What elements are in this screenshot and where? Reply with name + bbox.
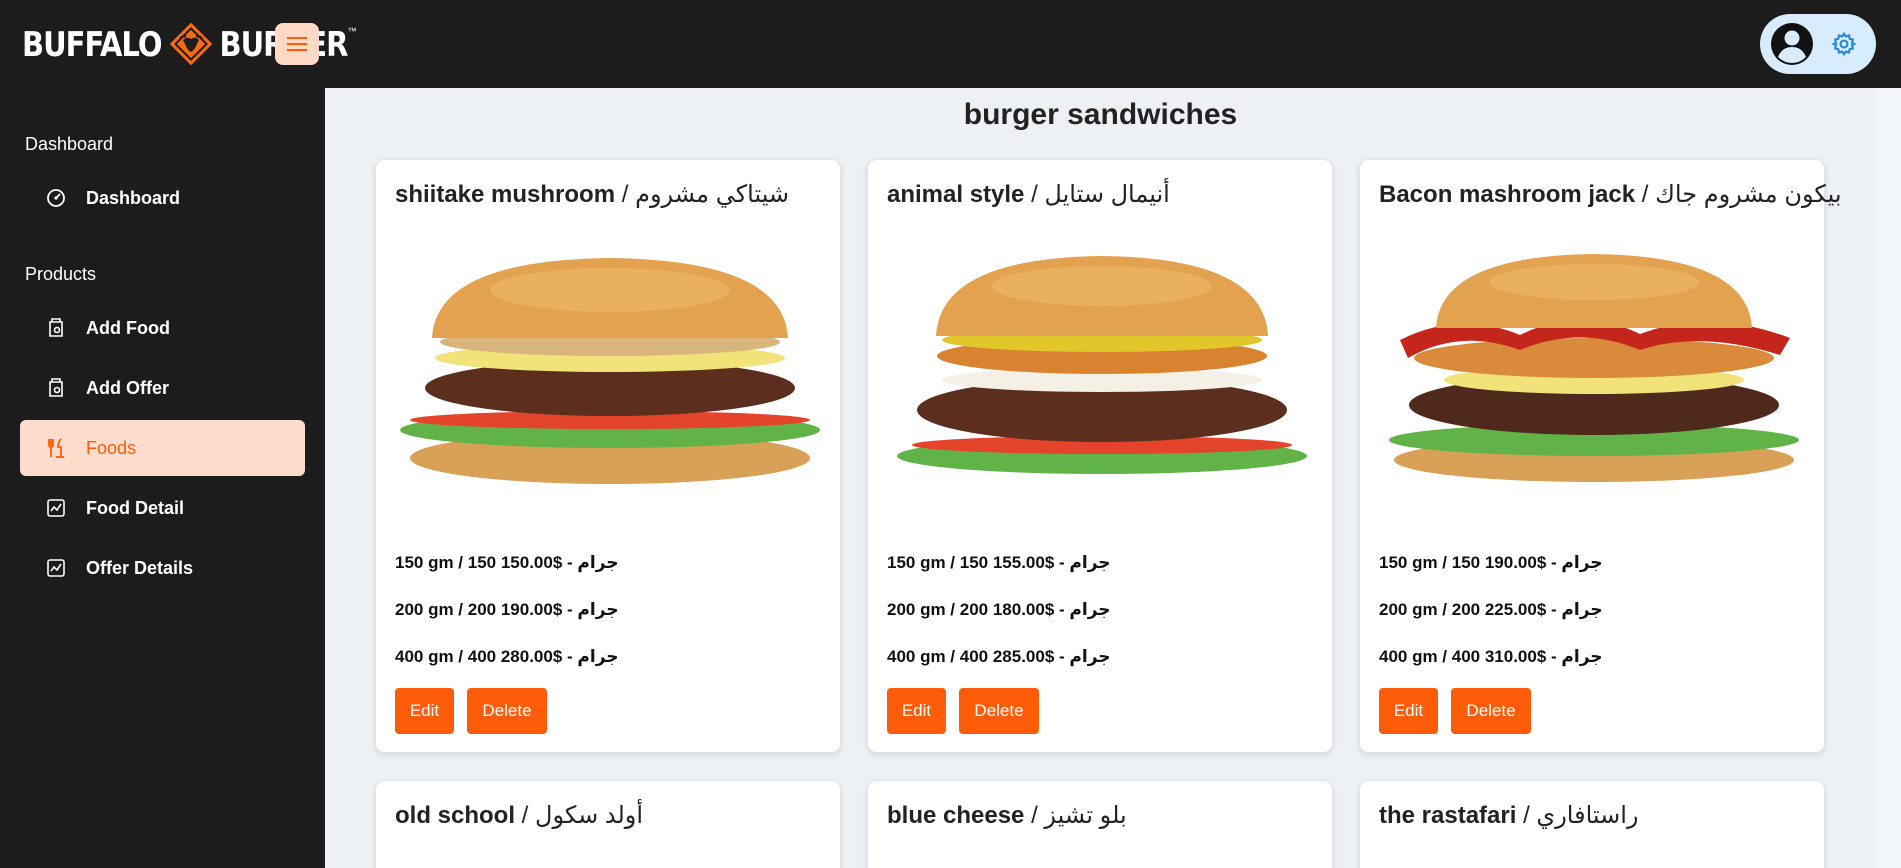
food-card: blue cheese / بلو تشيز — [867, 780, 1333, 868]
sidebar-item-label: Offer Details — [86, 558, 194, 578]
sidebar-item-dashboard[interactable]: Dashboard — [20, 170, 305, 226]
edit-button[interactable]: Edit — [395, 688, 454, 734]
title-separator: / — [521, 802, 536, 829]
food-card-title: blue cheese / بلو تشيز — [887, 801, 1127, 830]
menu-toggle-button[interactable] — [275, 23, 319, 65]
food-card: Bacon mashroom jack / بيكون مشروم جاك 15… — [1359, 159, 1842, 753]
food-name-en: shiitake mushroom — [395, 181, 616, 208]
burger-image — [1389, 254, 1799, 482]
sidebar-item-food-detail[interactable]: Food Detail — [20, 480, 305, 536]
food-card: shiitake mushroom / شيتاكي مشروم 150 gm … — [375, 159, 841, 753]
food-card-title: shiitake mushroom / شيتاكي مشروم — [395, 180, 789, 209]
sidebar: Dashboard Dashboard Products Add Food Ad… — [0, 88, 325, 868]
sidebar-item-label: Food Detail — [86, 498, 184, 518]
delete-button[interactable]: Delete — [959, 688, 1039, 734]
sidebar-section-dashboard: Dashboard — [25, 134, 114, 154]
food-name-en: old school — [395, 802, 515, 829]
food-name-en: the rastafari — [1379, 802, 1517, 829]
price-line: 400 gm / 400 285.00$ - جرام — [887, 647, 1111, 666]
top-bar: BUFFALO BURGER ™ — [0, 0, 1901, 88]
delete-button[interactable]: Delete — [467, 688, 547, 734]
burger-image — [400, 258, 820, 484]
title-separator: / — [1641, 181, 1656, 208]
page-title: burger sandwiches — [963, 98, 1238, 131]
buffalo-head-icon — [166, 19, 216, 69]
burger-image — [897, 256, 1307, 474]
price-line: 150 gm / 150 150.00$ - جرام — [395, 553, 619, 572]
food-card-title: Bacon mashroom jack / بيكون مشروم جاك — [1379, 180, 1842, 209]
gauge-icon — [47, 189, 65, 207]
title-separator: / — [1031, 802, 1045, 829]
food-card-title: old school / أولد سكول — [395, 801, 643, 830]
food-name-ar: شيتاكي مشروم — [635, 181, 790, 208]
food-name-ar: أولد سكول — [535, 802, 644, 829]
food-name-en: Bacon mashroom jack — [1379, 181, 1636, 208]
food-name-ar: بيكون مشروم جاك — [1655, 181, 1842, 208]
sidebar-item-label: Add Offer — [86, 378, 169, 398]
profile-menu[interactable] — [1760, 14, 1876, 74]
settings-gear-icon[interactable] — [1831, 31, 1857, 57]
page-scroll-gutter — [1876, 88, 1901, 868]
food-name-en: animal style — [887, 181, 1025, 208]
user-avatar-icon[interactable] — [1770, 22, 1814, 66]
chart-icon — [47, 499, 65, 517]
chart-icon — [47, 559, 65, 577]
price-line: 200 gm / 200 190.00$ - جرام — [395, 600, 619, 619]
logo-word-buffalo: BUFFALO — [22, 23, 162, 65]
hamburger-icon — [287, 37, 307, 51]
price-line: 150 gm / 150 190.00$ - جرام — [1379, 553, 1603, 572]
edit-button[interactable]: Edit — [1379, 688, 1438, 734]
food-name-ar: بلو تشيز — [1044, 802, 1127, 829]
sidebar-item-foods[interactable]: Foods — [20, 420, 305, 476]
food-name-ar: راستافاري — [1536, 802, 1639, 829]
delete-button[interactable]: Delete — [1451, 688, 1531, 734]
logo-trademark: ™ — [347, 26, 357, 36]
price-line: 200 gm / 200 180.00$ - جرام — [887, 600, 1111, 619]
price-line: 150 gm / 150 155.00$ - جرام — [887, 553, 1111, 572]
sidebar-item-label: Dashboard — [86, 188, 181, 208]
sidebar-section-products: Products — [25, 264, 97, 284]
food-card-title: the rastafari / راستافاري — [1379, 801, 1639, 830]
box-icon — [49, 318, 63, 337]
food-card: old school / أولد سكول — [375, 780, 841, 868]
food-card: animal style / أنيمال ستايل 150 gm / 150… — [867, 159, 1333, 753]
main-content: burger sandwiches shiitake mushroom / شي… — [325, 88, 1876, 868]
box-icon — [49, 378, 63, 397]
sidebar-item-label: Foods — [86, 438, 137, 458]
price-line: 200 gm / 200 225.00$ - جرام — [1379, 600, 1603, 619]
price-line: 400 gm / 400 310.00$ - جرام — [1379, 647, 1603, 666]
edit-button[interactable]: Edit — [887, 688, 946, 734]
title-separator: / — [621, 181, 636, 208]
sidebar-item-label: Add Food — [86, 318, 170, 338]
food-card: the rastafari / راستافاري — [1359, 780, 1825, 868]
sidebar-item-add-offer[interactable]: Add Offer — [20, 360, 305, 416]
sidebar-item-offer-details[interactable]: Offer Details — [20, 540, 305, 596]
title-separator: / — [1031, 181, 1045, 208]
price-line: 400 gm / 400 280.00$ - جرام — [395, 647, 619, 666]
food-name-en: blue cheese — [887, 802, 1025, 829]
utensils-icon — [48, 438, 64, 458]
title-separator: / — [1523, 802, 1537, 829]
food-name-ar: أنيمال ستايل — [1044, 181, 1170, 208]
sidebar-item-add-food[interactable]: Add Food — [20, 300, 305, 356]
food-card-title: animal style / أنيمال ستايل — [887, 180, 1170, 209]
